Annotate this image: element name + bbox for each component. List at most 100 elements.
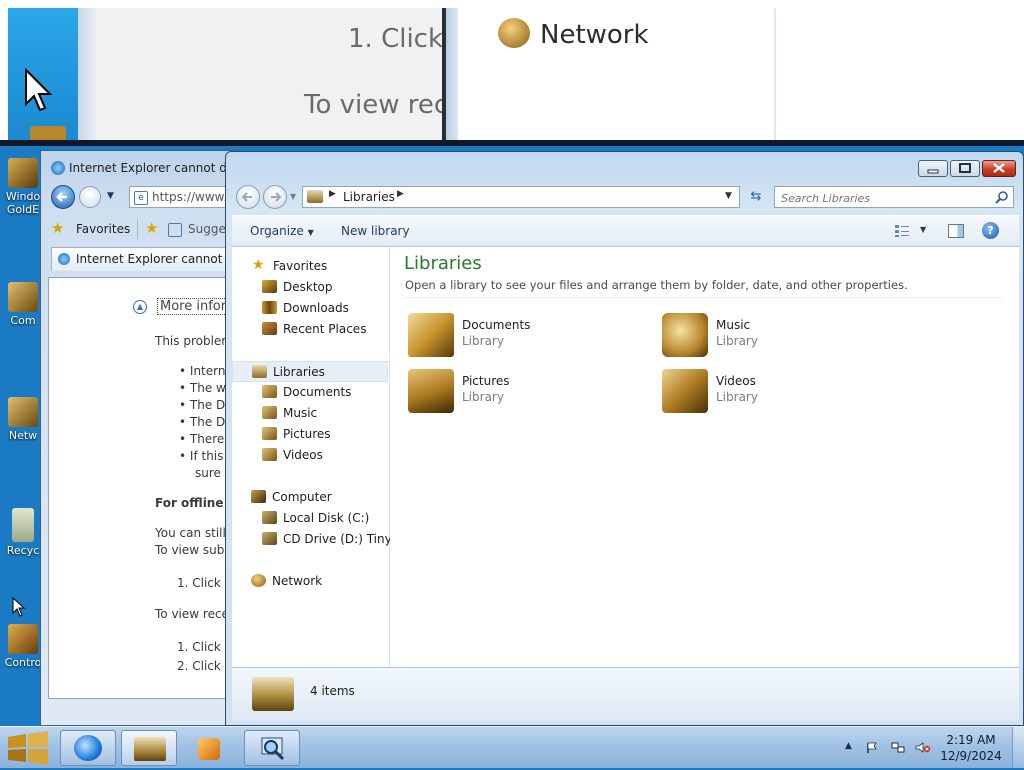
ie-tab[interactable]: Internet Explorer cannot disp (51, 247, 240, 271)
magnified-nav-pane: Network (458, 8, 774, 140)
library-pictures[interactable]: Pictures Library (408, 369, 608, 417)
nav-downloads[interactable]: Downloads (232, 298, 388, 318)
taskbar-internet-explorer[interactable] (60, 730, 116, 766)
restore-icon (959, 163, 971, 173)
libraries-icon (252, 365, 267, 378)
nav-label: Recent Places (283, 322, 367, 336)
network-tray-icon[interactable] (891, 742, 905, 753)
address-dropdown-icon[interactable]: ▼ (725, 191, 732, 201)
nav-favorites[interactable]: ★ Favorites (232, 256, 388, 276)
music-icon (262, 406, 277, 419)
nav-pictures[interactable]: Pictures (232, 424, 388, 444)
library-music[interactable]: Music Library (662, 313, 862, 361)
computer-icon (8, 282, 38, 312)
forward-arrow-icon (271, 192, 282, 202)
taskbar-windows-explorer[interactable] (121, 730, 177, 766)
show-desktop-button[interactable] (1012, 727, 1024, 768)
help-icon[interactable]: ? (982, 222, 999, 239)
recent-pages-dropdown[interactable]: ▼ (290, 192, 296, 201)
magnified-frame-edge (446, 8, 458, 140)
divider (404, 297, 1002, 298)
search-input[interactable] (779, 189, 989, 207)
address-bar[interactable]: ▶ Libraries ▶ ▼ (302, 186, 740, 208)
close-icon (993, 163, 1005, 173)
show-hidden-icons-button[interactable]: ▲ (845, 741, 852, 751)
bullet-item: • Intern (179, 364, 226, 378)
nav-recent-places[interactable]: Recent Places (232, 319, 388, 339)
favorites-star-icon: ★ (252, 257, 265, 273)
expand-circle-icon[interactable]: ▲ (133, 300, 147, 314)
network-icon (8, 397, 38, 427)
ie-address-bar[interactable]: e https://www. (129, 186, 239, 208)
libraries-heading: Libraries (404, 253, 482, 274)
computer-icon (251, 490, 266, 503)
nav-music[interactable]: Music (232, 403, 388, 423)
action-center-flag-icon[interactable] (866, 742, 878, 753)
nav-computer[interactable]: Computer (232, 487, 388, 507)
organize-menu[interactable]: Organize ▼ (250, 224, 314, 238)
taskbar-magnifier[interactable] (244, 730, 300, 766)
nav-libraries[interactable]: Libraries (232, 361, 388, 382)
volume-muted-icon[interactable] (915, 742, 931, 753)
suggested-sites-icon (168, 223, 182, 237)
nav-desktop[interactable]: Desktop (232, 277, 388, 297)
offline-heading: For offline (155, 496, 224, 510)
search-icon[interactable] (995, 190, 1009, 204)
bullet-item: • If this (179, 449, 224, 463)
preview-pane-icon[interactable] (948, 224, 964, 238)
nav-label: Favorites (273, 259, 328, 273)
cd-drive-icon (262, 532, 277, 545)
start-button[interactable] (2, 729, 54, 767)
media-player-icon (198, 738, 220, 760)
breadcrumb-libraries[interactable]: Libraries (343, 190, 395, 204)
mouse-cursor-icon (12, 597, 26, 617)
maximize-button[interactable] (950, 160, 980, 177)
add-favorite-icon[interactable]: ★ (145, 221, 158, 236)
ie-logo-icon (74, 735, 102, 761)
change-view-button[interactable] (894, 224, 910, 238)
view-options-dropdown[interactable]: ▼ (920, 225, 926, 234)
new-library-button[interactable]: New library (341, 224, 410, 238)
library-type: Library (716, 390, 758, 404)
back-button[interactable] (236, 185, 260, 209)
nav-videos[interactable]: Videos (232, 445, 388, 465)
nav-documents[interactable]: Documents (232, 382, 388, 402)
bullet-item: • The D (179, 415, 226, 429)
breadcrumb-separator-icon[interactable]: ▶ (397, 189, 404, 199)
library-type: Library (462, 390, 504, 404)
forward-button[interactable] (263, 185, 287, 209)
ie-page-content: ▲ More infor This probler • Intern • The… (48, 277, 236, 699)
ie-suggested-sites-link[interactable]: Sugge (188, 222, 226, 236)
library-name: Videos (716, 374, 756, 388)
internet-explorer-window[interactable]: Internet Explorer cannot displ ▼ e https… (40, 150, 240, 726)
clock[interactable]: 2:19 AM 12/9/2024 (940, 732, 1002, 764)
close-button[interactable] (982, 160, 1016, 177)
library-videos[interactable]: Videos Library (662, 369, 862, 417)
more-information-link[interactable]: More infor (157, 298, 230, 315)
library-documents[interactable]: Documents Library (408, 313, 608, 361)
nav-cd-drive[interactable]: CD Drive (D:) Tiny7 › (232, 529, 408, 549)
magnified-content-area (774, 8, 1018, 140)
magnified-icon (30, 126, 66, 140)
mouse-cursor-icon (25, 68, 53, 112)
library-name: Pictures (462, 374, 510, 388)
nav-network[interactable]: Network (232, 571, 388, 591)
minimize-button[interactable] (918, 160, 948, 177)
ie-history-dropdown[interactable]: ▼ (107, 191, 114, 201)
explorer-window[interactable]: ▼ ▶ Libraries ▶ ▼ ⇆ Organize ▼ New libra… (225, 151, 1024, 726)
library-name: Documents (462, 318, 531, 332)
ie-forward-button[interactable] (79, 186, 101, 208)
videos-library-icon (662, 369, 708, 413)
taskbar-media-player[interactable] (182, 730, 238, 766)
search-box[interactable] (774, 186, 1014, 208)
view-details-icon (895, 225, 909, 237)
recent-places-icon (262, 322, 277, 335)
refresh-button[interactable]: ⇆ (744, 186, 768, 208)
ie-back-button[interactable] (51, 185, 75, 209)
nav-local-disk[interactable]: Local Disk (C:) (232, 508, 388, 528)
ie-tab-title: Internet Explorer cannot disp (76, 252, 240, 266)
libraries-icon (307, 190, 323, 203)
ie-favorites-button[interactable]: Favorites (76, 222, 130, 236)
bullet-continuation: sure (195, 466, 221, 480)
breadcrumb-separator-icon[interactable]: ▶ (329, 189, 336, 199)
